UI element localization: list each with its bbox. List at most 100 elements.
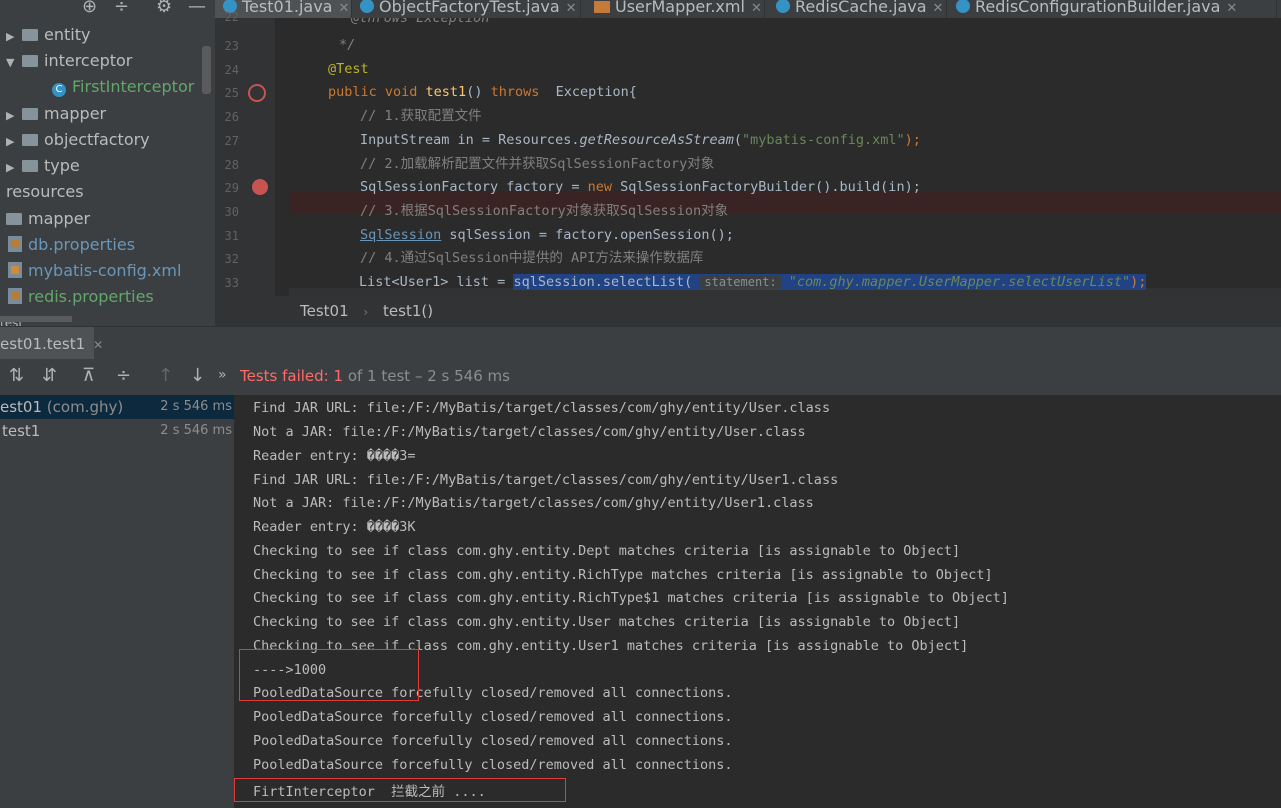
tree-item-resources-mapper[interactable]: mapper [6, 206, 90, 232]
next-failed-icon[interactable]: ↓ [190, 365, 205, 386]
sort-alpha-icon[interactable]: ⇅ [9, 365, 24, 386]
tree-item-entity[interactable]: ▶ entity [6, 22, 90, 48]
tree-item-db-properties[interactable]: db.properties [8, 232, 135, 258]
expand-arrow-icon[interactable]: ▶ [6, 129, 22, 155]
expand-arrow-icon[interactable]: ▶ [6, 24, 22, 50]
folder-icon [22, 134, 38, 146]
minimize-icon[interactable]: — [188, 0, 206, 17]
code-editor[interactable]: * @throws Exception */ @Test public void… [289, 18, 1281, 296]
code-line: List<User1> list = sqlSession.selectList… [359, 271, 1147, 294]
test-suite-row[interactable]: est01 (com.ghy) 2 s 546 ms [0, 395, 234, 419]
tree-item-type[interactable]: ▶ type [6, 153, 80, 179]
tree-item-mybatis-config[interactable]: mybatis-config.xml [8, 258, 181, 284]
tree-hscrollbar[interactable] [0, 316, 72, 322]
expand-arrow-icon[interactable]: ▶ [6, 155, 22, 181]
test-name: test1 [2, 422, 41, 440]
more-options-icon[interactable]: » [218, 367, 227, 383]
close-icon[interactable]: ✕ [751, 1, 762, 16]
tab-rediscache[interactable]: RedisCache.java ✕ [768, 0, 947, 18]
close-icon[interactable]: ✕ [933, 1, 944, 16]
folder-icon [22, 29, 38, 41]
code-token: test1 [425, 84, 467, 100]
tree-item-label: resources [6, 182, 84, 201]
project-tree: ⊕ ÷ ⚙ — ▶ entity ▼ interceptor C FirstInter… [0, 0, 215, 326]
tree-item-label: interceptor [44, 51, 133, 70]
tree-item-resources[interactable]: resources [6, 179, 84, 205]
collapse-all-icon[interactable]: ÷ [116, 365, 131, 386]
tree-item-label: db.properties [28, 235, 136, 254]
run-tab-bar: est01.test1 ✕ [0, 326, 1281, 360]
selected-code: sqlSession.selectList( [513, 274, 693, 290]
line-number: 28 [224, 158, 239, 172]
java-class-icon: C [52, 83, 66, 97]
fold-column [275, 18, 289, 296]
expand-all-icon[interactable]: ⊼ [82, 365, 95, 386]
line-number: 29 [224, 181, 239, 195]
folder-icon [22, 160, 38, 172]
code-token: sqlSession = factory.openSession(); [441, 227, 734, 243]
folder-icon [22, 55, 38, 67]
tree-item-redis-properties[interactable]: redis.properties [8, 284, 154, 310]
highlight-box [234, 778, 566, 802]
close-icon[interactable]: ✕ [338, 1, 349, 16]
console-line: Checking to see if class com.ghy.entity.… [253, 590, 1009, 606]
console-line: Not a JAR: file:/F:/MyBatis/target/class… [253, 424, 806, 440]
run-test-failed-icon[interactable] [248, 84, 266, 102]
highlight-box [239, 649, 419, 701]
expand-arrow-icon[interactable]: ▶ [6, 103, 22, 129]
console-output[interactable]: Find JAR URL: file:/F:/MyBatis/target/cl… [234, 395, 1281, 808]
editor-gutter[interactable]: 22 23 24 25 26 27 28 29 30 31 32 33 [215, 10, 275, 296]
code-token: "com.ghy.mapper.UserMapper.selectUserLis… [788, 274, 1131, 290]
tab-label: Test01.java [242, 0, 333, 16]
tab-objectfactorytest[interactable]: ObjectFactoryTest.java ✕ [352, 0, 581, 18]
close-icon[interactable]: ✕ [93, 338, 103, 352]
code-token: getResourceAsStream [579, 132, 734, 148]
test-method-row[interactable]: test1 2 s 546 ms [0, 419, 234, 443]
collapse-arrow-icon[interactable]: ▼ [6, 50, 22, 76]
console-line: PooledDataSource forcefully closed/remov… [253, 757, 733, 773]
tree-item-mapper[interactable]: ▶ mapper [6, 101, 106, 127]
tree-item-objectfactory[interactable]: ▶ objectfactory [6, 127, 150, 153]
gear-icon[interactable]: ⚙ [156, 0, 172, 17]
code-token: ); [904, 132, 921, 148]
tree-item-firstinterceptor[interactable]: C FirstInterceptor [52, 74, 194, 100]
console-line: Find JAR URL: file:/F:/MyBatis/target/cl… [253, 472, 839, 488]
code-line: InputStream in = Resources.getResourceAs… [360, 132, 921, 148]
tab-label: RedisCache.java [795, 0, 927, 16]
tree-item-interceptor[interactable]: ▼ interceptor [6, 48, 132, 74]
code-token: "mybatis-config.xml" [742, 132, 905, 148]
tab-label: RedisConfigurationBuilder.java [975, 0, 1221, 16]
tree-scrollbar[interactable] [202, 46, 211, 94]
console-line: Checking to see if class com.ghy.entity.… [253, 567, 993, 583]
code-token: SqlSession [360, 227, 442, 243]
close-icon[interactable]: ✕ [566, 1, 577, 16]
sort-duration-icon[interactable]: ⇵ [42, 365, 57, 386]
code-token: SqlSessionFactoryBuilder().build(in); [611, 179, 921, 195]
java-class-icon [776, 0, 790, 13]
test-status: Tests failed: 1 of 1 test – 2 s 546 ms [240, 359, 510, 395]
tree-item-label: mapper [28, 209, 91, 228]
test-name: est01 [0, 398, 43, 416]
run-toolbar: ⇅ ⇵ ⊼ ÷ ↑ ↓ » Tests failed: 1 of 1 test … [0, 359, 1281, 395]
breakpoint-icon[interactable] [252, 179, 268, 195]
tests-failed-label: Tests failed: 1 [240, 367, 344, 385]
breadcrumb-method[interactable]: test1() [383, 302, 433, 320]
xml-file-icon [594, 1, 610, 13]
editor-tab-bar: Test01.java ✕ ObjectFactoryTest.java ✕ Use… [215, 0, 1281, 18]
console-line: Not a JAR: file:/F:/MyBatis/target/class… [253, 495, 814, 511]
tab-usermapper[interactable]: UserMapper.xml ✕ [586, 0, 765, 18]
line-number: 26 [224, 110, 239, 124]
tab-run-config[interactable]: est01.test1 ✕ [0, 327, 103, 360]
code-token: ); [1130, 274, 1147, 290]
code-line: public void test1() throws Exception{ [328, 81, 637, 104]
test-package: (com.ghy) [46, 398, 124, 416]
crosshair-icon[interactable]: ⊕ [82, 0, 97, 17]
previous-failed-icon[interactable]: ↑ [158, 365, 173, 386]
close-icon[interactable]: ✕ [1226, 1, 1237, 16]
breadcrumb-class[interactable]: Test01 [300, 302, 349, 320]
tab-redisconfigurationbuilder[interactable]: RedisConfigurationBuilder.java ✕ [948, 0, 1277, 18]
test-results-tree: est01 (com.ghy) 2 s 546 ms test1 2 s 546 m… [0, 395, 234, 808]
code-line: @Test [328, 61, 369, 77]
collapse-icon[interactable]: ÷ [114, 0, 129, 17]
folder-icon [22, 108, 38, 120]
